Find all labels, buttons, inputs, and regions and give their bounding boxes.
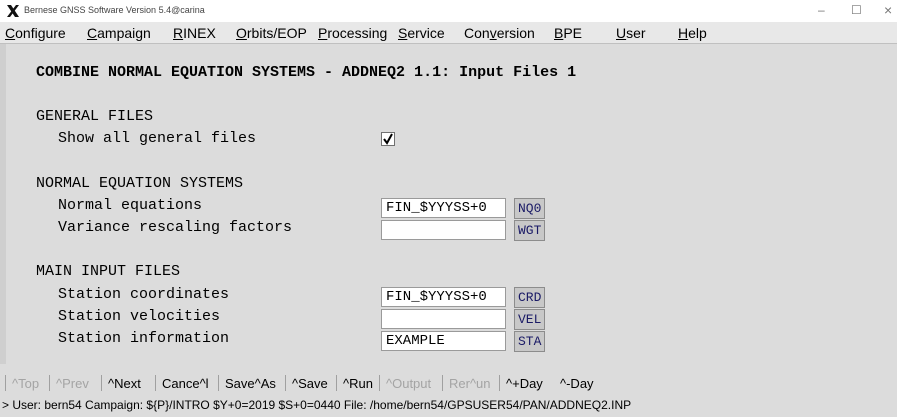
menu-campaign[interactable]: Campaign <box>87 25 151 41</box>
toolbar-separator <box>285 375 286 391</box>
toolbar-separator <box>499 375 500 391</box>
minimize-icon[interactable]: – <box>818 3 825 17</box>
show-all-general-files-label: Show all general files <box>58 130 257 147</box>
top-button[interactable]: ^Top <box>12 376 39 391</box>
menu-service[interactable]: Service <box>398 25 445 41</box>
menu-bpe[interactable]: BPE <box>554 25 582 41</box>
plus-day-button[interactable]: ^+Day <box>506 376 543 391</box>
vel-select-button[interactable]: VEL <box>514 309 546 330</box>
toolbar-separator <box>218 375 219 391</box>
normal-equations-label: Normal equations <box>58 197 203 214</box>
output-button[interactable]: ^Output <box>386 376 431 391</box>
section-main-input-files: MAIN INPUT FILES <box>36 263 181 280</box>
station-information-label: Station information <box>58 330 230 347</box>
menu-rinex[interactable]: RINEX <box>173 25 216 41</box>
toolbar-separator <box>101 375 102 391</box>
toolbar-separator <box>442 375 443 391</box>
variance-rescaling-label: Variance rescaling factors <box>58 219 293 236</box>
left-border <box>0 44 6 364</box>
station-velocities-label: Station velocities <box>58 308 221 325</box>
prev-button[interactable]: ^Prev <box>56 376 89 391</box>
rerun-button[interactable]: Rer^un <box>449 376 491 391</box>
toolbar-separator <box>336 375 337 391</box>
close-icon[interactable]: × <box>884 2 892 18</box>
save-button[interactable]: ^Save <box>292 376 328 391</box>
nq0-select-button[interactable]: NQ0 <box>514 198 546 219</box>
toolbar-separator <box>379 375 380 391</box>
menu-help[interactable]: Help <box>678 25 707 41</box>
sta-select-button[interactable]: STA <box>514 331 546 352</box>
menu-conversion[interactable]: Conversion <box>464 25 535 41</box>
panel-title: COMBINE NORMAL EQUATION SYSTEMS - ADDNEQ… <box>36 64 577 81</box>
title-bar: Bernese GNSS Software Version 5.4@carina… <box>0 0 897 22</box>
station-coordinates-label: Station coordinates <box>58 286 230 303</box>
toolbar-separator <box>155 375 156 391</box>
station-information-input[interactable]: EXAMPLE <box>381 331 506 351</box>
menu-processing[interactable]: Processing <box>318 25 387 41</box>
toolbar-separator <box>49 375 50 391</box>
station-coordinates-input[interactable]: FIN_$YYYSS+0 <box>381 287 506 307</box>
section-normal-equation-systems: NORMAL EQUATION SYSTEMS <box>36 175 244 192</box>
save-as-button[interactable]: Save^As <box>225 376 276 391</box>
minus-day-button[interactable]: ^-Day <box>560 376 594 391</box>
x-logo-icon <box>7 5 19 17</box>
toolbar-separator <box>5 375 6 391</box>
section-general-files: GENERAL FILES <box>36 108 154 125</box>
maximize-icon[interactable]: ☐ <box>851 3 862 17</box>
run-button[interactable]: ^Run <box>343 376 373 391</box>
action-toolbar: ^Top ^Prev ^Next Cance^l Save^As ^Save ^… <box>0 374 897 394</box>
station-velocities-input[interactable] <box>381 309 506 329</box>
next-button[interactable]: ^Next <box>108 376 141 391</box>
show-all-general-files-checkbox[interactable] <box>381 132 395 146</box>
window-title: Bernese GNSS Software Version 5.4@carina <box>24 5 205 15</box>
menu-bar: Configure Campaign RINEX Orbits/EOP Proc… <box>0 22 897 44</box>
menu-user[interactable]: User <box>616 25 646 41</box>
menu-orbits-eop[interactable]: Orbits/EOP <box>236 25 307 41</box>
cancel-button[interactable]: Cance^l <box>162 376 209 391</box>
variance-rescaling-input[interactable] <box>381 220 506 240</box>
wgt-select-button[interactable]: WGT <box>514 220 546 241</box>
menu-configure[interactable]: Configure <box>5 25 66 41</box>
normal-equations-input[interactable]: FIN_$YYYSS+0 <box>381 198 506 218</box>
crd-select-button[interactable]: CRD <box>514 287 546 308</box>
checkmark-icon <box>383 133 393 145</box>
status-line: > User: bern54 Campaign: ${P}/INTRO $Y+0… <box>2 398 632 412</box>
